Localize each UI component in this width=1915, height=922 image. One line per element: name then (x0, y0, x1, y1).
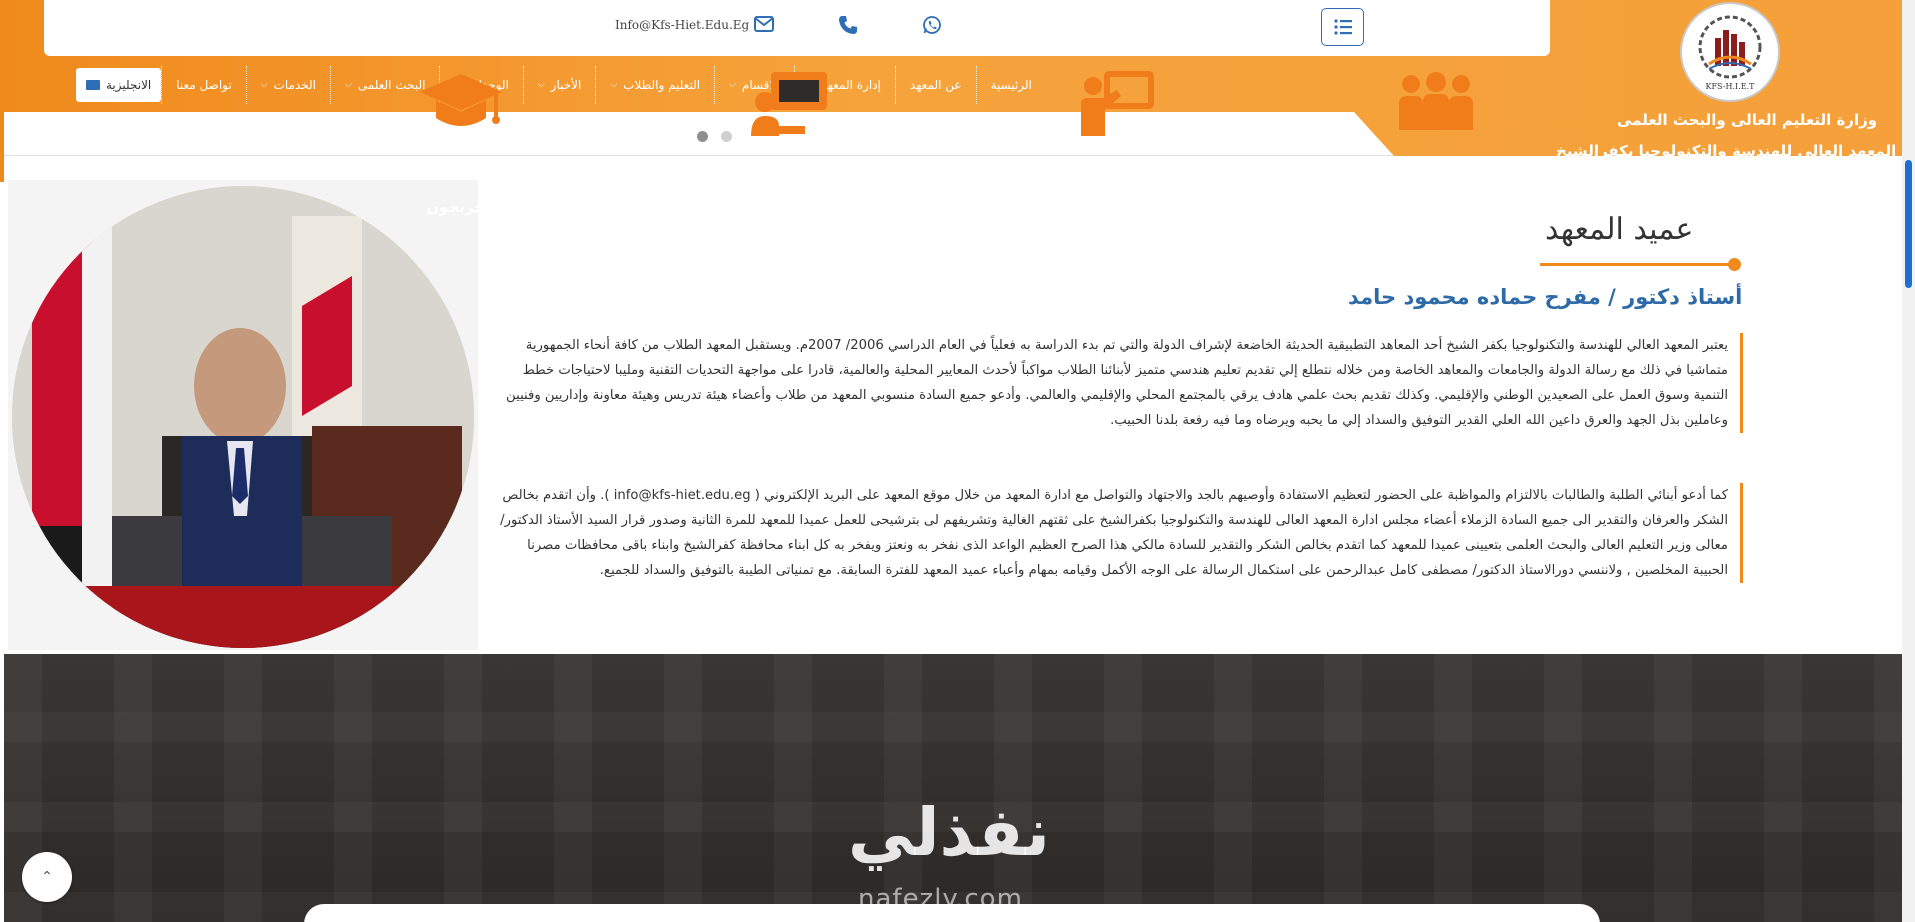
stats-section (4, 654, 1902, 922)
english-flag-icon (86, 80, 100, 90)
stat-faculty: 200K هيئة تدريس (1034, 70, 1194, 218)
main-navigation: الرئيسية عن المعهد إدارة المعهد⌵ الاقسام… (56, 66, 1046, 104)
stat-value: 200K (1088, 158, 1140, 180)
nav-services[interactable]: الخدمات ⌵ (245, 66, 330, 104)
section-title: عميد المعهد (1545, 212, 1694, 247)
nav-label: عن المعهد (909, 78, 962, 92)
dean-paragraph-2: كما أدعو أبنائي الطلبة والطالبات بالالتز… (488, 483, 1743, 583)
top-contact-bar: Info@Kfs-Hiet.Edu.Eg (44, 0, 1550, 56)
back-to-top-button[interactable]: ⌃︎ (22, 852, 72, 902)
double-chevron-up-icon: ⌃︎ (41, 869, 53, 885)
stat-label: هيئة تدريس (1070, 200, 1158, 218)
nav-contact[interactable]: تواصل معنا (161, 66, 245, 104)
nav-education-students[interactable]: التعليم والطلاب ⌵ (595, 66, 714, 104)
chevron-down-icon: ⌵ (344, 80, 352, 90)
dean-name: أستاذ دكتور / مفرح حماده محمود حامد (1348, 285, 1743, 309)
whatsapp-icon[interactable] (922, 15, 942, 39)
phone-icon[interactable] (838, 15, 858, 39)
scrollbar-thumb[interactable] (1905, 160, 1912, 288)
stat-value: 200K (1410, 154, 1462, 176)
chevron-down-icon: ⌵ (610, 80, 618, 90)
building-gear-logo-icon (1698, 15, 1762, 78)
stat-assistants: 200K هيئة معاونه (710, 70, 870, 218)
nav-label: التعليم والطلاب (623, 78, 701, 92)
nav-label: تواصل معنا (176, 78, 232, 92)
stat-value: 200K (435, 156, 487, 178)
bottom-card (304, 904, 1600, 922)
page-scrollbar[interactable] (1902, 0, 1915, 922)
dean-photo (12, 186, 474, 648)
chevron-down-icon: ⌵ (260, 80, 268, 90)
language-toggle-button[interactable]: الانجليزية (76, 68, 162, 102)
list-icon (1333, 19, 1352, 35)
contact-email[interactable]: Info@Kfs-Hiet.Edu.Eg (615, 18, 749, 32)
mail-icon[interactable] (754, 16, 774, 36)
logo-tag: KFS-H.I.E.T (1705, 81, 1755, 91)
watermark-logo: نفذلي (848, 794, 1050, 871)
stat-graduates: 200K الخريجون (381, 70, 541, 216)
language-label: الانجليزية (106, 78, 152, 92)
slider-dot-1[interactable] (697, 131, 708, 142)
building-background (4, 654, 1902, 922)
stat-value: 200K (764, 158, 816, 180)
nav-about[interactable]: عن المعهد (894, 66, 976, 104)
nav-label: الخدمات (273, 78, 316, 92)
institute-logo[interactable]: KFS-H.I.E.T (1680, 2, 1780, 102)
ministry-title: وزارة التعليم العالى والبحث العلمى (1617, 111, 1878, 129)
dean-paragraph-1: يعتبر المعهد العالي للهندسة والتكنولوجيا… (488, 333, 1743, 433)
hamburger-menu-button[interactable] (1321, 8, 1364, 46)
stat-label: الطلاب المسجلون (1369, 196, 1503, 214)
nav-label: الأخبار (550, 78, 582, 92)
nav-label: الرئيسية (990, 78, 1032, 92)
stat-students: 200K الطلاب المسجلون (1356, 70, 1516, 214)
title-underline-dot (1728, 258, 1741, 271)
students-group-icon (1399, 72, 1473, 130)
title-underline (1540, 263, 1735, 266)
graduation-cap-icon (420, 74, 502, 126)
stat-label: الخريجون (426, 198, 496, 216)
assistant-board-icon (751, 72, 827, 136)
stat-label: هيئة معاونه (747, 200, 833, 218)
teacher-board-icon (1081, 71, 1154, 136)
